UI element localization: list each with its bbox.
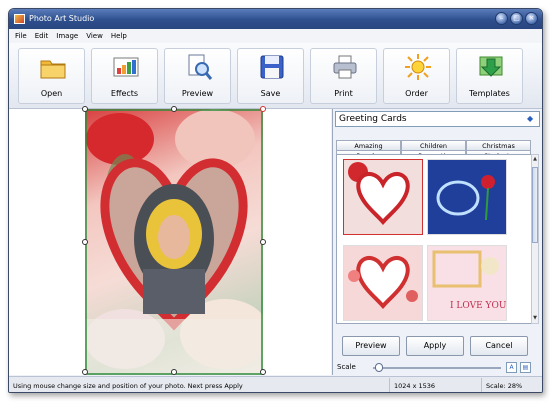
scale-label: Scale [337,363,356,371]
floppy-disk-icon [260,55,284,79]
menu-bar: File Edit Image View Help [9,29,542,43]
print-button[interactable]: Print [310,48,377,104]
resize-handle-bottom-left[interactable] [82,369,88,375]
template-preview [344,246,422,320]
resize-handle-left[interactable] [82,239,88,245]
preview-template-button[interactable]: Preview [342,336,400,356]
open-label: Open [40,89,63,98]
print-label: Print [334,89,353,98]
scale-slider-thumb[interactable] [375,363,383,372]
close-button[interactable]: × [525,12,538,25]
app-window: Photo Art Studio – □ × File Edit Image V… [8,8,543,393]
template-thumb-heart-flowers[interactable] [343,245,423,321]
template-preview [344,160,422,234]
save-label: Save [260,89,281,98]
templates-button[interactable]: Templates [456,48,523,104]
menu-file[interactable]: File [15,32,27,40]
magnifier-icon [188,54,213,80]
window-controls: – □ × [495,12,538,25]
actual-size-icon[interactable]: ▤ [520,362,531,373]
sun-icon [405,54,431,80]
effects-icon [113,57,139,77]
resize-handle-right[interactable] [260,239,266,245]
apply-button[interactable]: Apply [406,336,464,356]
template-preview: I LOVE YOU [428,246,507,320]
window-title: Photo Art Studio [29,14,95,23]
templates-panel: Greeting Cards ◆ Amazing Children Christ… [332,109,542,375]
template-thumb-blue-ring[interactable] [427,159,507,235]
category-value: Greeting Cards [339,114,407,124]
category-dropdown[interactable]: Greeting Cards ◆ [335,111,540,127]
effects-label: Effects [110,89,139,98]
title-bar[interactable]: Photo Art Studio – □ × [9,9,542,29]
menu-edit[interactable]: Edit [35,32,49,40]
maximize-button[interactable]: □ [510,12,523,25]
folder-icon [40,60,66,79]
dropdown-arrow-icon[interactable]: ◆ [527,114,537,124]
menu-image[interactable]: Image [56,32,78,40]
template-thumb-love-you[interactable]: I LOVE YOU [427,245,507,321]
preview-label: Preview [181,89,214,98]
resize-handle-top[interactable] [171,106,177,112]
app-icon [14,14,25,24]
preview-button[interactable]: Preview [164,48,231,104]
open-button[interactable]: Open [18,48,85,104]
effects-button[interactable]: Effects [91,48,158,104]
template-gallery: I LOVE YOU [336,154,532,324]
scale-slider-track[interactable] [373,367,501,369]
order-button[interactable]: Order [383,48,450,104]
status-scale: Scale: 28% [481,378,542,392]
photo-canvas[interactable] [9,106,331,375]
fit-zoom-icon[interactable]: A [506,362,517,373]
resize-handle-top-right[interactable] [260,106,266,112]
printer-icon [333,55,357,79]
order-label: Order [405,89,428,98]
resize-handle-top-left[interactable] [82,106,88,112]
cancel-button[interactable]: Cancel [470,336,528,356]
status-bar: Using mouse change size and position of … [9,376,542,392]
toolbar: Open Effects Preview Save Print Order Te… [9,43,542,109]
scrollbar-thumb[interactable] [532,167,538,243]
menu-view[interactable]: View [86,32,103,40]
download-arrow-icon [479,56,503,77]
scale-control: Scale A ▤ [333,361,542,375]
status-hint: Using mouse change size and position of … [13,382,243,390]
love-you-text: I LOVE YOU [450,301,506,311]
resize-handle-bottom[interactable] [171,369,177,375]
templates-label: Templates [469,89,510,98]
save-button[interactable]: Save [237,48,304,104]
scroll-down-arrow-icon[interactable]: ▼ [532,314,538,323]
minimize-button[interactable]: – [495,12,508,25]
selection-frame [85,109,263,375]
gallery-scrollbar[interactable]: ▲ ▼ [531,154,539,324]
template-thumb-heart-roses[interactable] [343,159,423,235]
menu-help[interactable]: Help [111,32,127,40]
resize-handle-bottom-right[interactable] [260,369,266,375]
template-preview [428,160,506,234]
scroll-up-arrow-icon[interactable]: ▲ [532,155,538,164]
status-dimensions: 1024 x 1536 [389,378,459,392]
